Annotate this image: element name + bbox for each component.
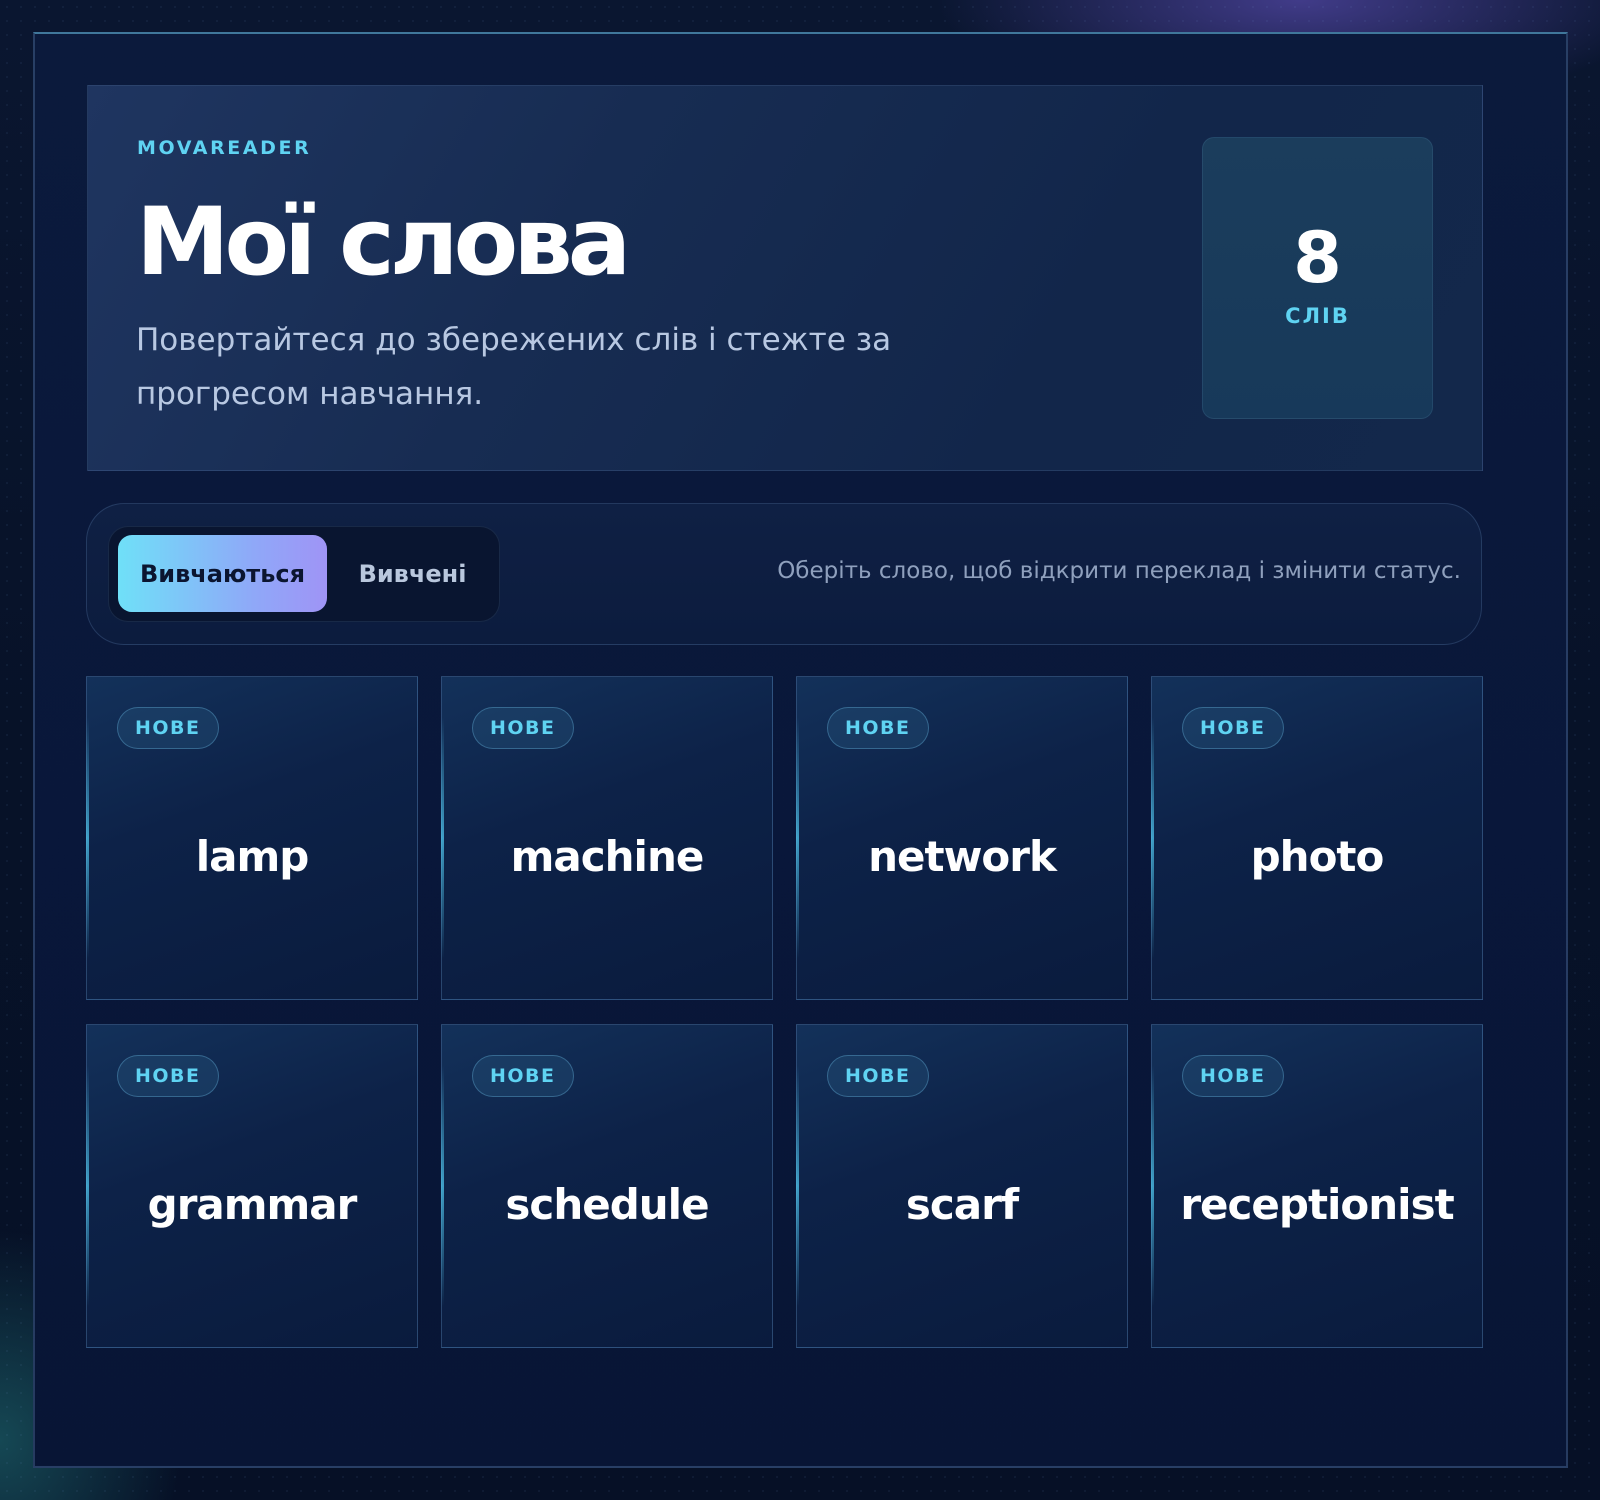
status-badge: НОВЕ <box>472 707 574 749</box>
word-count-value: 8 <box>1293 217 1342 299</box>
word-text: photo <box>1250 832 1385 881</box>
toolbar-hint: Оберіть слово, щоб відкрити переклад і з… <box>777 558 1461 584</box>
status-badge: НОВЕ <box>1182 1055 1284 1097</box>
word-card[interactable]: НОВЕ grammar <box>86 1024 418 1348</box>
page-title: Мої слова <box>136 188 631 297</box>
word-card[interactable]: НОВЕ schedule <box>441 1024 773 1348</box>
brand-label: MOVAREADER <box>137 137 312 159</box>
word-text: scarf <box>905 1180 1019 1229</box>
word-card[interactable]: НОВЕ scarf <box>796 1024 1128 1348</box>
word-text: grammar <box>147 1180 358 1229</box>
word-card[interactable]: НОВЕ receptionist <box>1151 1024 1483 1348</box>
word-count-card: 8 СЛІВ <box>1202 137 1433 419</box>
status-badge: НОВЕ <box>1182 707 1284 749</box>
word-card[interactable]: НОВЕ network <box>796 676 1128 1000</box>
word-card[interactable]: НОВЕ machine <box>441 676 773 1000</box>
word-text: machine <box>510 832 705 881</box>
status-badge: НОВЕ <box>827 707 929 749</box>
status-badge: НОВЕ <box>117 707 219 749</box>
word-text: receptionist <box>1180 1180 1454 1229</box>
word-text: network <box>868 832 1057 881</box>
word-card[interactable]: НОВЕ lamp <box>86 676 418 1000</box>
status-badge: НОВЕ <box>472 1055 574 1097</box>
tab-learned[interactable]: Вивчені <box>335 535 490 612</box>
status-badge: НОВЕ <box>117 1055 219 1097</box>
word-text: schedule <box>505 1180 709 1229</box>
word-count-label: СЛІВ <box>1285 304 1350 328</box>
status-badge: НОВЕ <box>827 1055 929 1097</box>
page-subtitle: Повертайтеся до збережених слів і стежте… <box>136 322 892 412</box>
word-card[interactable]: НОВЕ photo <box>1151 676 1483 1000</box>
word-text: lamp <box>195 832 310 881</box>
tab-learning[interactable]: Вивчаються <box>118 535 327 612</box>
